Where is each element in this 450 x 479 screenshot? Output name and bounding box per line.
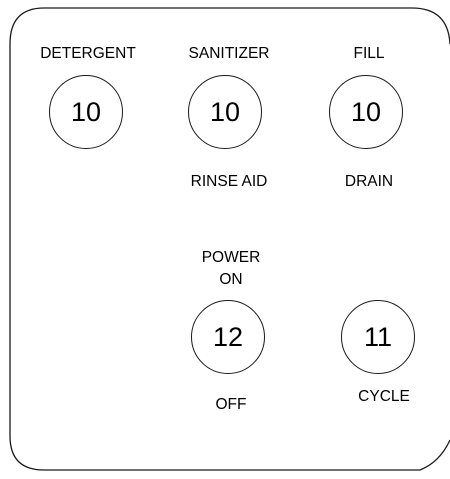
detergent-label: DETERGENT	[40, 45, 136, 62]
power-value: 12	[212, 321, 244, 352]
power-label: POWER	[201, 249, 261, 266]
power-off-label: OFF	[215, 396, 247, 413]
power-knob[interactable]: 12	[191, 300, 265, 374]
detergent-value: 10	[70, 96, 102, 127]
fill-value: 10	[350, 96, 382, 127]
detergent-knob[interactable]: 10	[49, 75, 123, 149]
power-on-label: ON	[219, 271, 243, 288]
cycle-value: 11	[363, 321, 393, 352]
control-panel: DETERGENT 10 SANITIZER 10 RINSE AID FILL…	[0, 0, 450, 479]
fill-label: FILL	[353, 45, 385, 62]
rinse-aid-label: RINSE AID	[190, 173, 268, 190]
cycle-knob[interactable]: 11	[341, 300, 415, 374]
sanitizer-value: 10	[209, 96, 241, 127]
fill-knob[interactable]: 10	[329, 75, 403, 149]
drain-label: DRAIN	[344, 173, 394, 190]
sanitizer-label: SANITIZER	[188, 45, 270, 62]
cycle-label: CYCLE	[358, 388, 410, 405]
sanitizer-knob[interactable]: 10	[188, 75, 262, 149]
